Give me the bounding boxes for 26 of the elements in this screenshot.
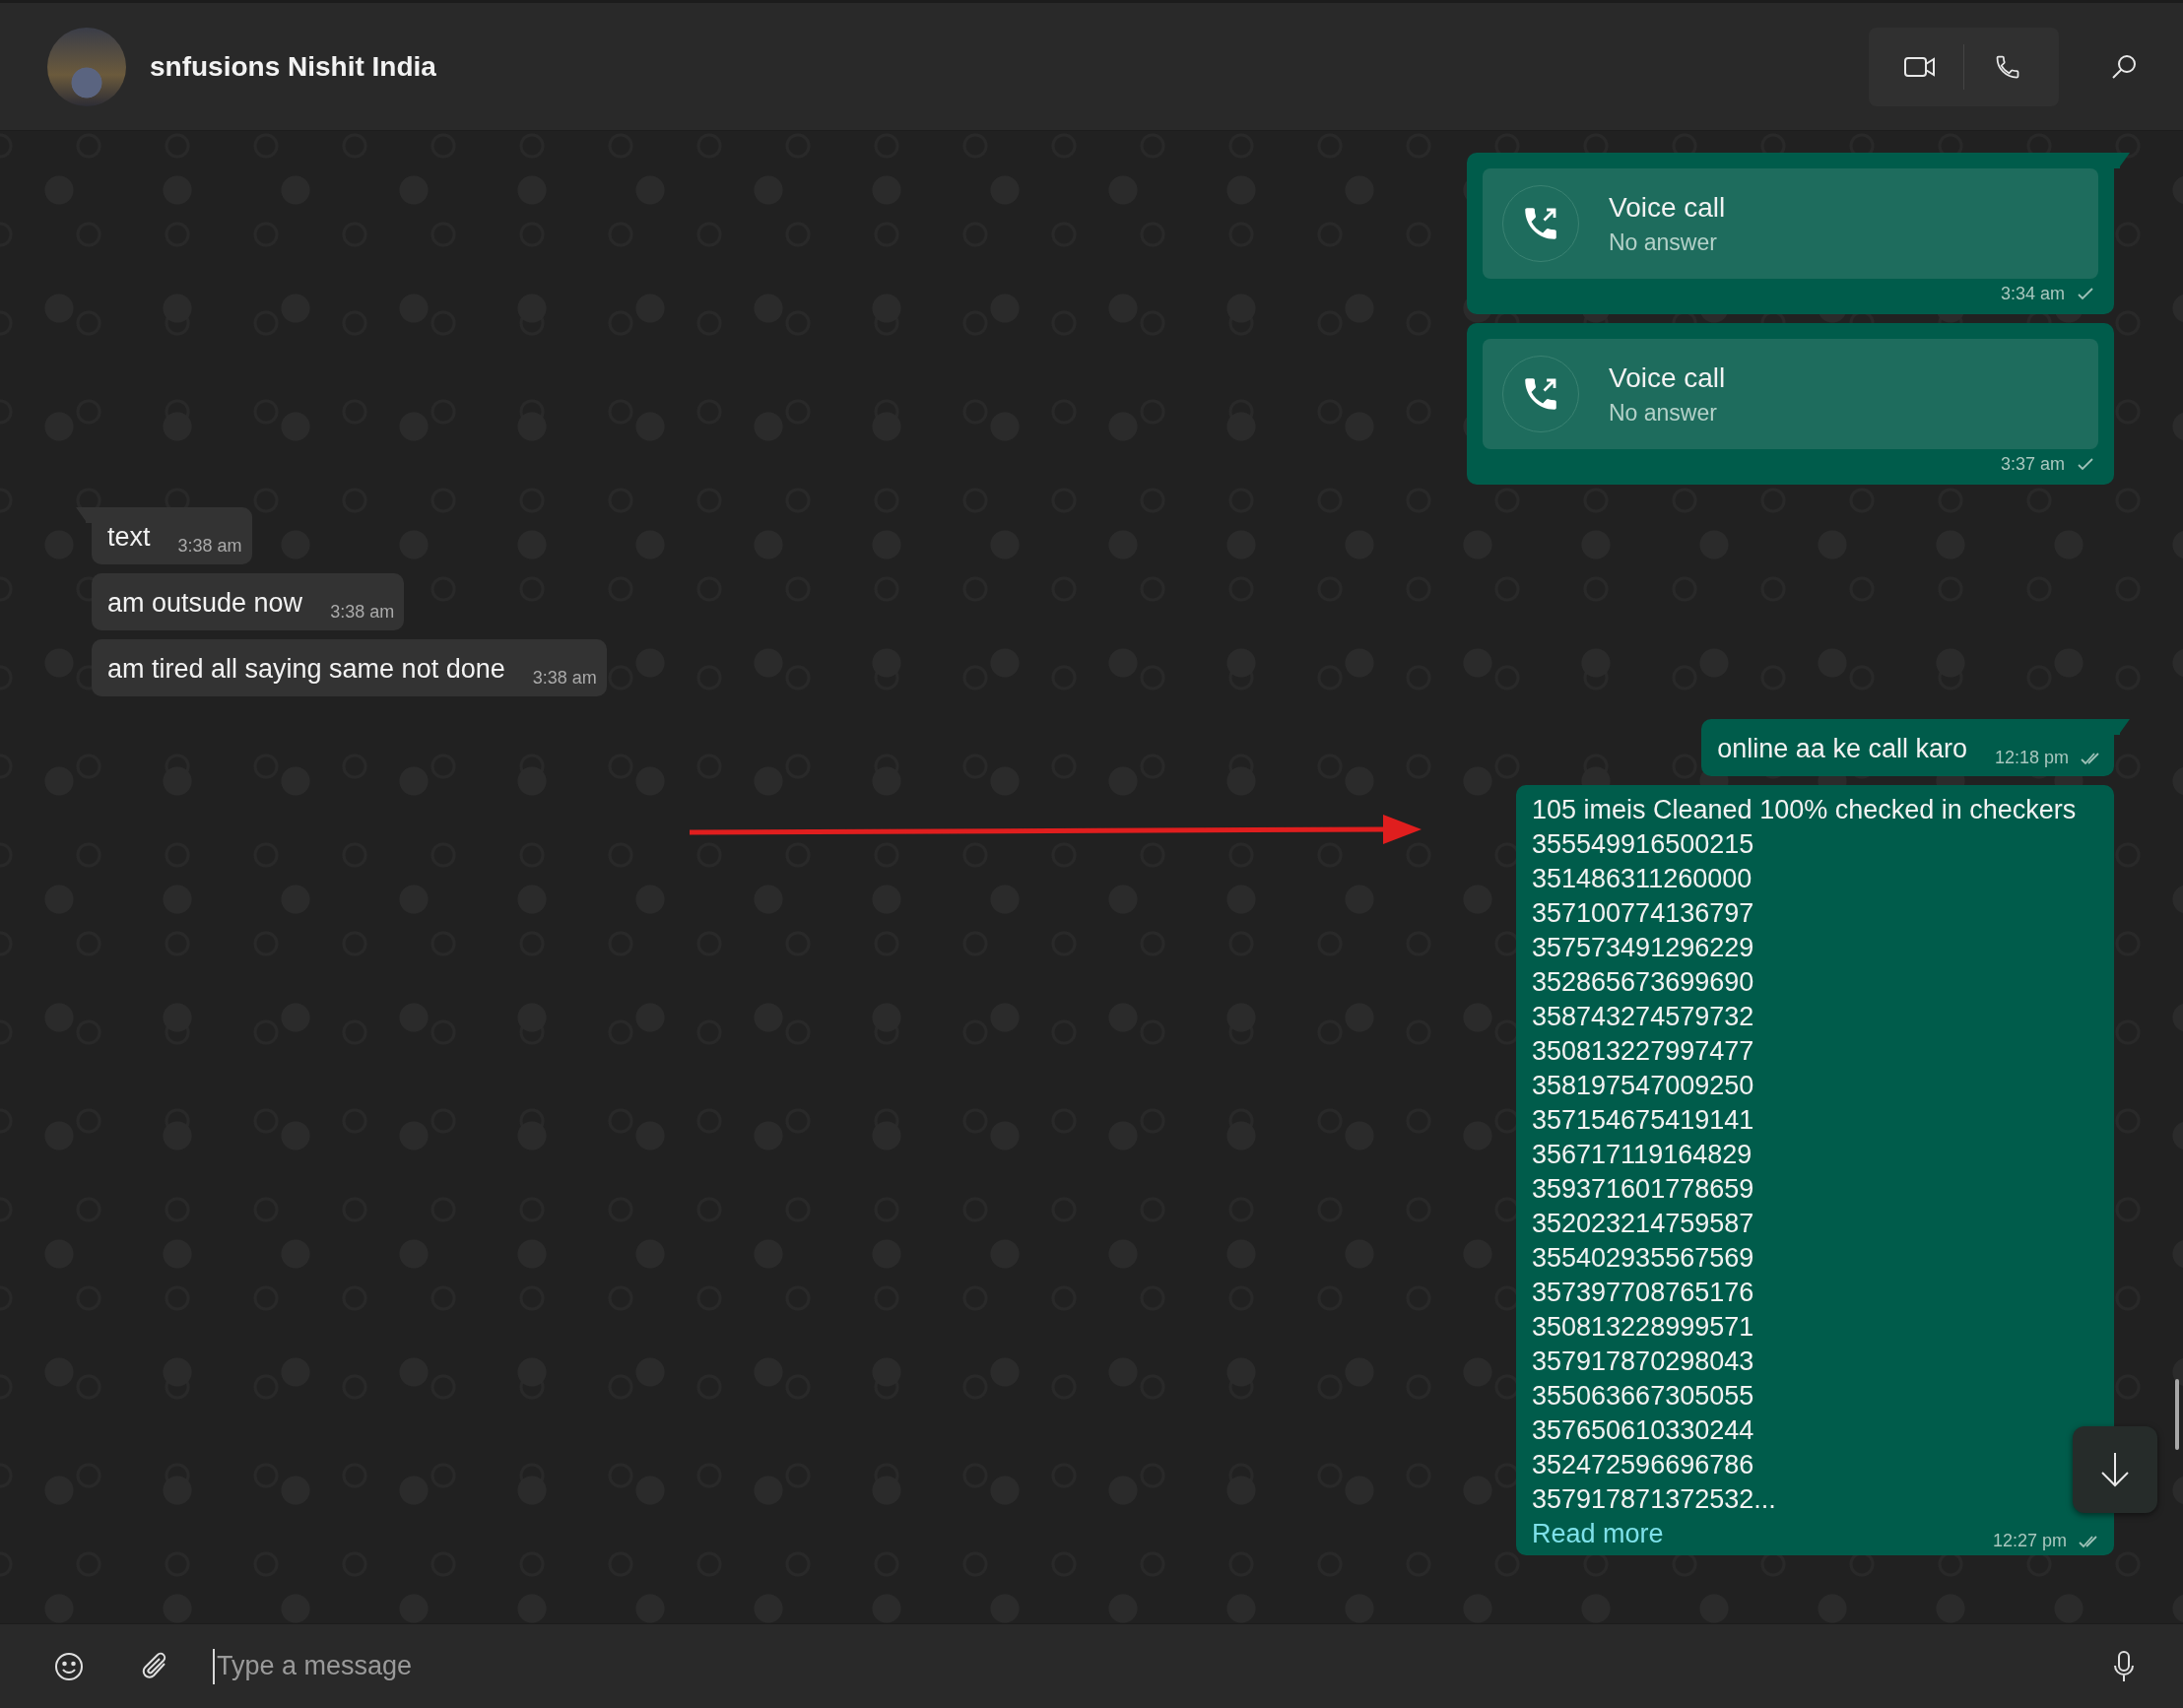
message-text: am tired all saying same not done xyxy=(107,653,505,686)
message-text: am outsude now xyxy=(107,587,303,620)
message-bubble[interactable]: text 3:38 am xyxy=(92,507,252,564)
message-input[interactable]: Type a message xyxy=(213,1648,2067,1684)
read-more-link[interactable]: Read more xyxy=(1532,1517,1664,1551)
message-time: 12:27 pm xyxy=(1992,1531,2067,1551)
message-bubble[interactable]: Voice call No answer 3:34 am xyxy=(1467,153,2114,314)
message-text: 105 imeis Cleaned 100% checked in checkers 355549916500215 351486311260000 357100774136797 357573491296229 352865673699690 358743274579732 350813227997477 358197547009250 357154675419141 356717119164829 359371601778659 352023214759587 355402935567569 357397708765176 350813228999571 357917870298043 355063667305055 357650610330244 352472596696786 357917871372532... xyxy=(1532,794,2078,1516)
message-time: 3:34 am xyxy=(2000,283,2065,304)
message-bubble[interactable]: Voice call No answer 3:37 am xyxy=(1467,323,2114,485)
call-status: No answer xyxy=(1609,399,1718,427)
contact-name[interactable]: snfusions Nishit India xyxy=(150,50,436,83)
message-time: 3:38 am xyxy=(177,536,242,557)
message-time: 3:37 am xyxy=(2000,453,2065,475)
call-title: Voice call xyxy=(1609,191,1726,224)
message-time: 3:38 am xyxy=(330,602,395,623)
message-text: text xyxy=(107,521,151,554)
message-bubble[interactable]: am outsude now 3:38 am xyxy=(92,573,405,630)
call-status: No answer xyxy=(1609,229,1718,256)
message-time: 12:18 pm xyxy=(1994,748,2069,768)
call-title: Voice call xyxy=(1609,361,1726,394)
message-time: 3:38 am xyxy=(532,668,597,689)
message-text: online aa ke call karo xyxy=(1717,733,1967,765)
message-bubble[interactable]: am tired all saying same not done 3:38 am xyxy=(92,639,607,696)
composer-bar[interactable]: Type a message xyxy=(0,1623,2183,1708)
message-bubble[interactable]: online aa ke call karo 12:18 pm xyxy=(1701,719,2114,776)
